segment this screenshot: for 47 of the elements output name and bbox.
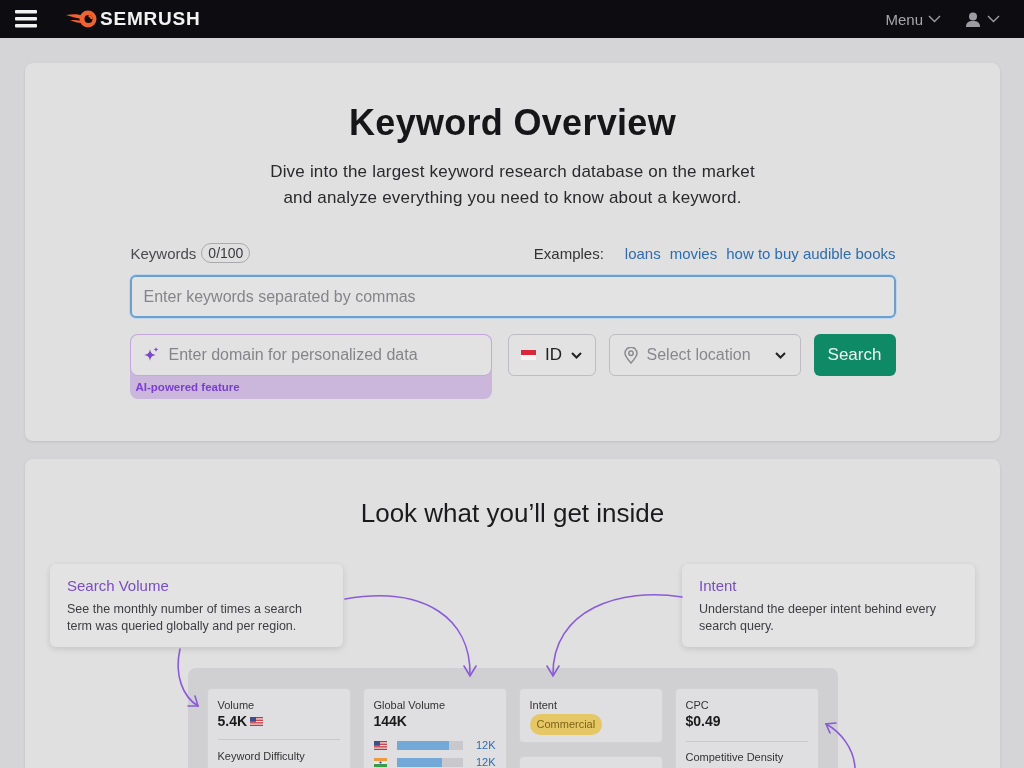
chevron-down-icon	[571, 351, 582, 359]
menu-icon[interactable]	[15, 10, 37, 28]
callout-title: Intent	[699, 577, 738, 595]
location-select[interactable]: Select location	[608, 334, 801, 376]
logo-text[interactable]: SEMRUSH	[100, 8, 201, 30]
page-subtitle: Dive into the largest keyword research database on the market and analyze everything you need to know about a keyword.	[270, 161, 755, 209]
metric-label: Intent	[529, 698, 559, 712]
metric-value: $0.49	[685, 713, 721, 729]
callout-title: Search Volume	[67, 577, 170, 595]
volume-value: 12K	[475, 739, 496, 751]
intent-badge: Commercial	[529, 714, 603, 735]
callout-text: Understand the deeper intent behind every search query.	[699, 601, 937, 635]
domain-input-field[interactable]: Enter domain for personalized data	[129, 334, 492, 376]
chevron-down-icon	[774, 351, 786, 359]
volume-value: 12K	[475, 756, 496, 768]
keywords-label: Keywords	[130, 244, 197, 262]
us-flag-icon	[250, 716, 264, 726]
curved-arrow	[824, 722, 856, 768]
search-button[interactable]: Search	[813, 334, 896, 376]
metric-label: Global Volume	[373, 698, 447, 712]
database-select[interactable]: ID	[507, 334, 596, 376]
examples-label: Examples:	[533, 244, 604, 262]
page-title: Keyword Overview	[349, 101, 676, 145]
callout-text: See the monthly number of times a search term was queried globally and per region.	[67, 601, 303, 635]
keywords-input-field[interactable]: Enter keywords separated by commas	[129, 275, 896, 318]
metric-label: Competitive Density	[685, 750, 785, 764]
sparkle-icon	[143, 347, 159, 362]
indonesia-flag-icon	[521, 350, 536, 360]
section-title: Look what you’ll get inside	[360, 498, 665, 528]
us-flag-icon	[373, 740, 387, 750]
metric-label: Keyword Difficulty	[217, 749, 306, 763]
metric-label: CPC	[685, 698, 710, 712]
metric-value: 144K	[373, 713, 407, 729]
example-link[interactable]: movies	[669, 244, 718, 262]
logo-icon[interactable]	[65, 10, 97, 28]
chevron-down-icon	[928, 15, 941, 23]
example-link[interactable]: loans	[624, 244, 661, 262]
metric-label: Volume	[217, 698, 256, 712]
menu-button[interactable]: Menu	[885, 10, 941, 28]
chevron-down-icon[interactable]	[987, 15, 1000, 23]
example-link[interactable]: how to buy audible books	[726, 244, 896, 262]
user-icon[interactable]	[966, 11, 980, 27]
india-flag-icon	[373, 757, 387, 767]
ai-feature-label: AI-powered feature	[134, 380, 241, 395]
curved-arrow	[177, 648, 200, 707]
metric-value: 5.4K	[217, 713, 248, 729]
location-pin-icon	[623, 346, 638, 364]
